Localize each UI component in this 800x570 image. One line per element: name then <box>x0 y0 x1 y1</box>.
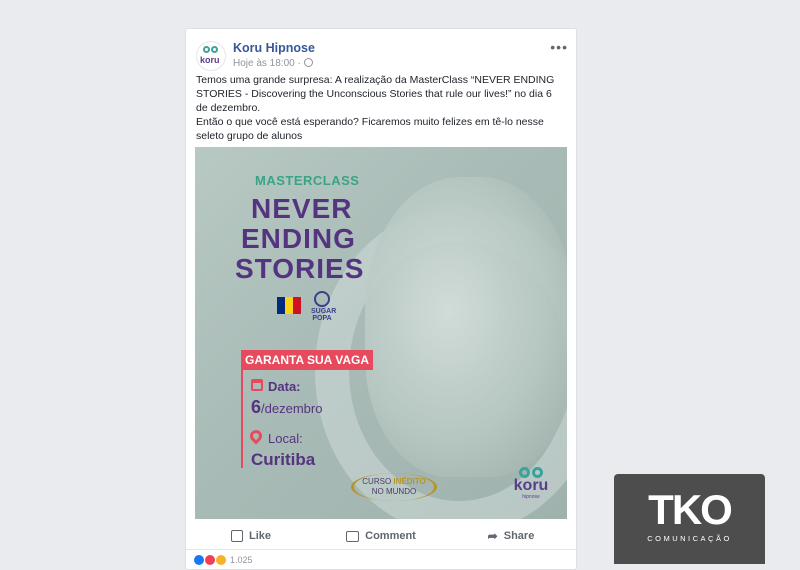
date-label: Data: <box>268 379 301 394</box>
title-line-3: STORIES <box>235 253 365 284</box>
like-button[interactable]: Like <box>186 523 316 549</box>
koru-logo: koru hipnose <box>509 467 553 507</box>
post-text-line-1: Temos uma grande surpresa: A realização … <box>196 74 555 114</box>
romania-flag-icon <box>277 297 301 314</box>
location-pin-icon <box>247 427 265 445</box>
owl-logo-icon <box>201 46 221 54</box>
share-label: Share <box>503 530 535 542</box>
share-arrow-icon: ➦ <box>487 529 498 543</box>
post-text: Temos uma grande surpresa: A realização … <box>196 73 566 143</box>
sugar-popa-logo: SUGAR POPA <box>311 291 337 322</box>
place-value: Curitiba <box>251 450 316 469</box>
badge-line-2: NO MUNDO <box>371 487 417 496</box>
man-portrait-image <box>365 177 567 477</box>
comment-icon <box>346 530 360 542</box>
avatar-logo-text: koru <box>200 55 220 65</box>
tko-logo-sub: COMUNICAÇÃO <box>647 534 732 543</box>
date-month: /dezembro <box>261 401 323 416</box>
tko-watermark: TKO COMUNICAÇÃO <box>614 474 765 564</box>
cta-banner: GARANTA SUA VAGA <box>241 350 373 370</box>
post-timestamp[interactable]: Hoje às 18:00 · <box>233 58 313 69</box>
more-options-icon[interactable]: ••• <box>550 39 568 55</box>
page-avatar[interactable]: koru <box>196 41 226 71</box>
thumbs-up-icon <box>230 530 243 542</box>
spiral-icon <box>314 291 330 307</box>
title-line-1: NEVER <box>251 193 353 224</box>
calendar-icon <box>251 379 263 391</box>
title-line-2: ENDING <box>241 223 356 254</box>
masterclass-kicker: MASTERCLASS <box>255 173 360 188</box>
date-day: 6 <box>251 397 262 417</box>
share-button[interactable]: ➦ Share <box>446 523 576 549</box>
date-value: 6/dezembro <box>251 397 322 418</box>
post-text-line-2: Então o que você está esperando? Ficarem… <box>196 116 544 142</box>
laurel-badge: CURSO INÉDITO NO MUNDO <box>351 473 437 501</box>
like-label: Like <box>248 530 271 542</box>
koru-logo-word: koru <box>513 477 549 494</box>
globe-icon <box>303 58 313 67</box>
promo-image[interactable]: MASTERCLASS NEVER ENDING STORIES SUGAR P… <box>195 147 567 519</box>
facebook-post-card: koru Koru Hipnose Hoje às 18:00 · ••• Te… <box>185 28 577 570</box>
cta-accent-line <box>241 370 243 468</box>
post-actions-bar: Like Comment ➦ Share <box>186 523 576 550</box>
comment-label: Comment <box>365 530 416 542</box>
badge-line-1: CURSO INÉDITO <box>362 477 426 486</box>
page-name-link[interactable]: Koru Hipnose <box>233 41 315 55</box>
comment-button[interactable]: Comment <box>316 523 446 549</box>
tko-logo-mark: TKO <box>648 486 733 533</box>
place-label: Local: <box>268 431 303 446</box>
koru-logo-sub: hipnose <box>522 494 540 500</box>
sugar-popa-text: SUGAR POPA <box>311 308 337 322</box>
owl-logo-icon <box>517 467 545 478</box>
